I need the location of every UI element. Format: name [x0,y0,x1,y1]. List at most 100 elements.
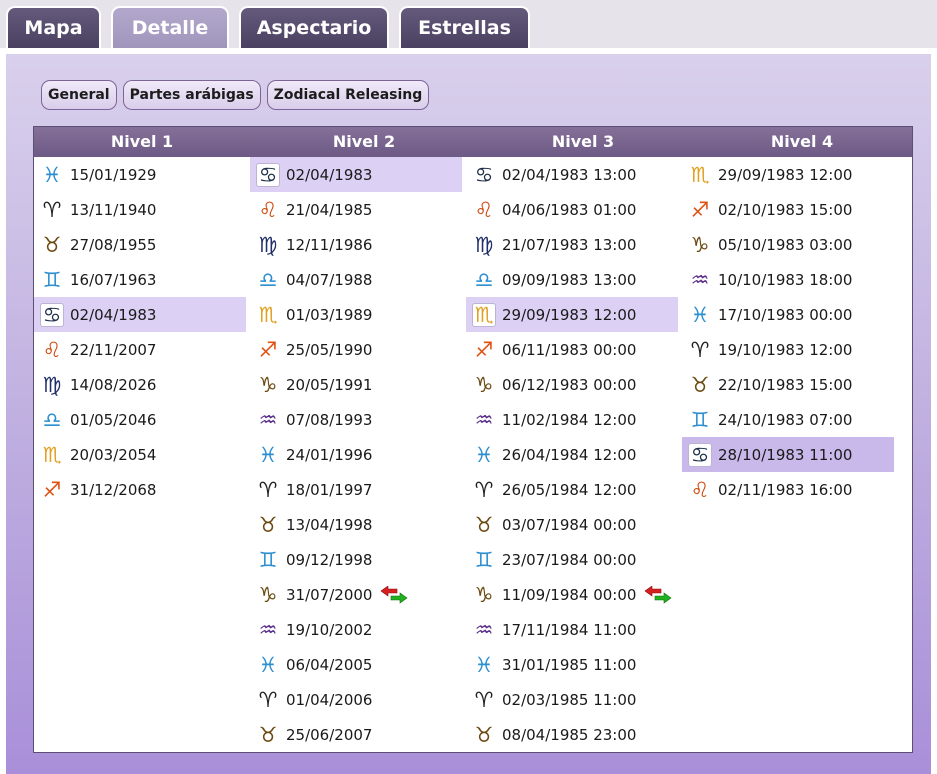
table-row[interactable]: ♋ 02/04/1983 [34,297,246,332]
table-row[interactable]: ♒ 17/11/1984 11:00 [466,612,678,647]
table-row[interactable]: ♉ 27/08/1955 [34,227,246,262]
table-row[interactable]: ♑ 20/05/1991 [250,367,462,402]
capricorn-icon: ♑ [690,232,710,257]
scorpio-icon: ♏ [258,302,278,327]
sagittarius-icon: ♐ [258,337,278,362]
table-row[interactable]: ♋ 02/04/1983 13:00 [466,157,678,192]
table-row[interactable]: ♎ 04/07/1988 [250,262,462,297]
table-row[interactable]: ♓ 17/10/1983 00:00 [682,297,894,332]
subtab-partes-arabigas[interactable]: Partes arábigas [122,80,261,110]
period-date: 02/04/1983 [70,305,157,324]
table-row[interactable]: ♊ 23/07/1984 00:00 [466,542,678,577]
table-row[interactable]: ♒ 19/10/2002 [250,612,462,647]
table-row[interactable]: ♉ 03/07/1984 00:00 [466,507,678,542]
period-date: 02/03/1985 11:00 [502,690,637,709]
table-row[interactable]: ♈ 18/01/1997 [250,472,462,507]
period-date: 06/04/2005 [286,655,373,674]
subtab-bar: General Partes arábigas Zodiacal Releasi… [41,80,430,110]
period-date: 17/11/1984 11:00 [502,620,637,639]
table-row[interactable]: ♌ 02/11/1983 16:00 [682,472,894,507]
taurus-icon: ♉ [474,512,494,537]
period-date: 20/03/2054 [70,445,157,464]
header-nivel-1: Nivel 1 [110,132,174,151]
table-row[interactable]: ♓ 31/01/1985 11:00 [466,647,678,682]
sagittarius-icon: ♐ [42,477,62,502]
table-row[interactable]: ♐ 25/05/1990 [250,332,462,367]
table-row[interactable]: ♈ 13/11/1940 [34,192,246,227]
table-row[interactable]: ♓ 24/01/1996 [250,437,462,472]
aries-icon: ♈ [258,477,278,502]
table-row[interactable]: ♉ 13/04/1998 [250,507,462,542]
table-row[interactable]: ♉ 25/06/2007 [250,717,462,752]
period-date: 02/10/1983 15:00 [718,200,853,219]
table-row[interactable]: ♈ 01/04/2006 [250,682,462,717]
libra-icon: ♎ [42,407,62,432]
pisces-icon: ♓ [690,302,710,327]
virgo-icon: ♍ [474,232,494,257]
capricorn-icon: ♑ [258,582,278,607]
period-date: 19/10/1983 12:00 [718,340,853,359]
table-row[interactable]: ♊ 24/10/1983 07:00 [682,402,894,437]
table-row[interactable]: ♐ 31/12/2068 [34,472,246,507]
table-row[interactable]: ♉ 08/04/1985 23:00 [466,717,678,752]
period-date: 24/10/1983 07:00 [718,410,853,429]
table-row[interactable]: ♐ 02/10/1983 15:00 [682,192,894,227]
table-row[interactable]: ♌ 04/06/1983 01:00 [466,192,678,227]
table-row[interactable]: ♊ 16/07/1963 [34,262,246,297]
table-row[interactable]: ♍ 14/08/2026 [34,367,246,402]
table-row[interactable]: ♓ 06/04/2005 [250,647,462,682]
table-row[interactable]: ♏ 20/03/2054 [34,437,246,472]
tab-detalle[interactable]: Detalle [111,6,229,48]
table-row[interactable]: ♏ 01/03/1989 [250,297,462,332]
table-row[interactable]: ♍ 12/11/1986 [250,227,462,262]
tab-mapa[interactable]: Mapa [6,6,101,48]
header-nivel-3: Nivel 3 [551,132,615,151]
period-date: 12/11/1986 [286,235,373,254]
table-row[interactable]: ♒ 07/08/1993 [250,402,462,437]
table-row[interactable]: ♑ 11/09/1984 00:00 [466,577,678,612]
table-row[interactable]: ♑ 06/12/1983 00:00 [466,367,678,402]
table-row[interactable]: ♒ 11/02/1984 12:00 [466,402,678,437]
tab-estrellas[interactable]: Estrellas [399,6,530,48]
taurus-icon: ♉ [690,372,710,397]
table-row[interactable]: ♉ 22/10/1983 15:00 [682,367,894,402]
table-row[interactable]: ♑ 05/10/1983 03:00 [682,227,894,262]
libra-icon: ♎ [258,267,278,292]
tab-aspectario[interactable]: Aspectario [239,6,389,48]
table-row[interactable]: ♐ 06/11/1983 00:00 [466,332,678,367]
table-row[interactable]: ♓ 26/04/1984 12:00 [466,437,678,472]
table-row[interactable]: ♍ 21/07/1983 13:00 [466,227,678,262]
tab-bar: Mapa Detalle Aspectario Estrellas [0,0,937,50]
table-row[interactable]: ♎ 01/05/2046 [34,402,246,437]
period-date: 08/04/1985 23:00 [502,725,637,744]
table-row[interactable]: ♌ 21/04/1985 [250,192,462,227]
table-row[interactable]: ♒ 10/10/1983 18:00 [682,262,894,297]
period-date: 22/10/1983 15:00 [718,375,853,394]
leo-icon: ♌ [258,197,278,222]
table-row[interactable]: ♏ 29/09/1983 12:00 [466,297,678,332]
table-row[interactable]: ♈ 26/05/1984 12:00 [466,472,678,507]
table-row[interactable]: ♋ 02/04/1983 [250,157,462,192]
table-row[interactable]: ♓ 15/01/1929 [34,157,246,192]
period-date: 11/02/1984 12:00 [502,410,637,429]
taurus-icon: ♉ [474,722,494,747]
table-row[interactable]: ♊ 09/12/1998 [250,542,462,577]
table-row[interactable]: ♋ 28/10/1983 11:00 [682,437,894,472]
pisces-icon: ♓ [474,442,494,467]
period-date: 17/10/1983 00:00 [718,305,853,324]
aries-icon: ♈ [42,197,62,222]
taurus-icon: ♉ [258,512,278,537]
subtab-zodiacal-releasing[interactable]: Zodiacal Releasing [266,80,430,110]
table-row[interactable]: ♎ 09/09/1983 13:00 [466,262,678,297]
period-date: 03/07/1984 00:00 [502,515,637,534]
table-row[interactable]: ♏ 29/09/1983 12:00 [682,157,894,192]
period-date: 11/09/1984 00:00 [502,585,637,604]
table-row[interactable]: ♈ 02/03/1985 11:00 [466,682,678,717]
table-row[interactable]: ♑ 31/07/2000 [250,577,462,612]
subtab-general[interactable]: General [41,80,117,110]
period-date: 01/03/1989 [286,305,373,324]
scorpio-icon: ♏ [42,442,62,467]
table-row[interactable]: ♈ 19/10/1983 12:00 [682,332,894,367]
column-nivel-4: ♏ 29/09/1983 12:00 ♐ 02/10/1983 15:00 ♑ 05/10… [682,157,894,507]
table-row[interactable]: ♌ 22/11/2007 [34,332,246,367]
